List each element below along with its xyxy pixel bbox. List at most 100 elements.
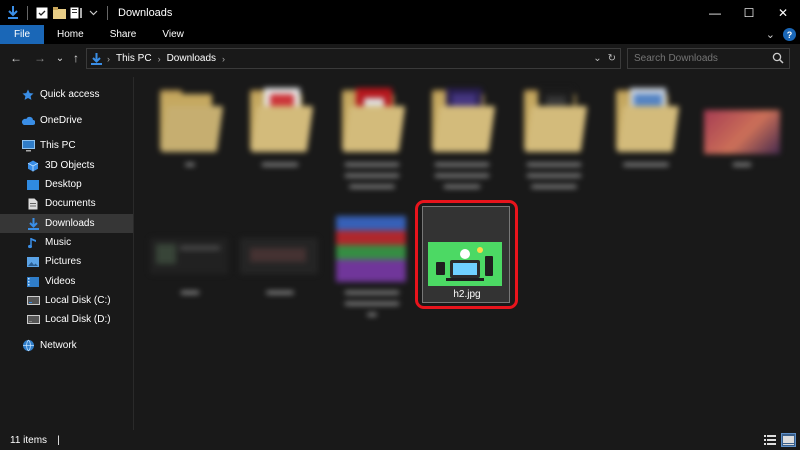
- sidebar-item-3d-objects[interactable]: 3D Objects: [0, 156, 133, 175]
- file-tile[interactable]: ▬▬▬: [238, 210, 322, 328]
- title-bar: Downloads — ☐ ✕: [0, 0, 800, 25]
- file-caption-blurred: ▬▬▬▬▬▬ ▬▬▬▬▬▬ ▬▬▬▬▬: [345, 158, 399, 190]
- recent-locations-icon[interactable]: ⌄: [52, 50, 68, 66]
- file-caption-blurred: ▬▬: [733, 158, 751, 168]
- refresh-icon[interactable]: ↻: [608, 53, 616, 64]
- breadcrumb-separator[interactable]: ›: [158, 54, 161, 64]
- sidebar-item-label: OneDrive: [40, 115, 83, 126]
- folder-icon: [338, 88, 406, 154]
- file-tile[interactable]: ▬▬▬▬: [238, 82, 322, 200]
- pane-divider: [133, 77, 134, 430]
- search-input[interactable]: [634, 53, 764, 64]
- sidebar-item-network[interactable]: Network: [0, 336, 133, 355]
- sidebar-item-onedrive[interactable]: OneDrive: [0, 111, 133, 130]
- file-tile[interactable]: ▬▬▬▬▬: [604, 82, 688, 200]
- cube-icon: [26, 159, 40, 173]
- document-icon: [26, 197, 40, 211]
- search-box[interactable]: [627, 48, 790, 69]
- sidebar-item-pictures[interactable]: Pictures: [0, 252, 133, 271]
- sidebar-item-local-disk-d[interactable]: Local Disk (D:): [0, 310, 133, 329]
- file-tile[interactable]: ▬▬▬▬▬▬ ▬▬▬▬▬▬ ▬▬▬▬▬: [512, 82, 596, 200]
- sidebar-item-label: Downloads: [45, 218, 95, 229]
- tab-share[interactable]: Share: [97, 25, 150, 44]
- sidebar-item-label: Documents: [45, 198, 96, 209]
- file-caption-blurred: ▬▬▬▬▬: [623, 158, 669, 168]
- file-tile[interactable]: ▬▬: [700, 82, 784, 200]
- toolbar-divider: [27, 5, 28, 20]
- star-icon: [21, 88, 35, 102]
- sidebar-item-desktop[interactable]: Desktop: [0, 175, 133, 194]
- desktop-icon: [26, 178, 40, 192]
- tab-view[interactable]: View: [149, 25, 197, 44]
- video-icon: [26, 275, 40, 289]
- status-separator: |: [57, 434, 60, 446]
- cloud-icon: [21, 114, 35, 128]
- large-icons-view-icon[interactable]: [781, 433, 796, 447]
- folder-icon: [246, 88, 314, 154]
- file-caption-blurred: ▬▬▬▬▬▬ ▬▬▬▬▬▬ ▬: [345, 286, 399, 318]
- sidebar-item-label: 3D Objects: [45, 160, 95, 171]
- sidebar-item-label: Pictures: [45, 256, 82, 267]
- toolbar-divider: [107, 5, 108, 20]
- file-tile[interactable]: ▬: [148, 82, 232, 200]
- image-thumbnail: [240, 238, 318, 274]
- breadcrumb-downloads[interactable]: Downloads: [167, 53, 216, 64]
- image-thumbnail: [428, 242, 502, 286]
- search-icon[interactable]: [772, 52, 784, 67]
- sidebar-item-quick-access[interactable]: Quick access: [0, 85, 133, 104]
- folder-icon: [520, 88, 588, 154]
- customize-toolbar-icon[interactable]: [86, 6, 100, 20]
- forward-arrow-icon[interactable]: →: [32, 50, 48, 66]
- new-folder-icon[interactable]: [52, 6, 66, 20]
- rename-icon[interactable]: [69, 6, 83, 20]
- navigation-bar: ← → ⌄ ↑ › This PC › Downloads › ⌄ ↻: [0, 44, 800, 73]
- image-thumbnail: [150, 238, 228, 274]
- tab-home[interactable]: Home: [44, 25, 97, 44]
- up-arrow-icon[interactable]: ↑: [68, 50, 84, 66]
- sidebar-item-label: Local Disk (D:): [45, 314, 111, 325]
- back-arrow-icon[interactable]: ←: [8, 50, 24, 66]
- address-dropdown-icon[interactable]: ⌄: [593, 53, 601, 64]
- file-tile[interactable]: ▬▬: [148, 210, 232, 328]
- window-title: Downloads: [118, 6, 173, 19]
- ribbon-tabs: File Home Share View ⌄ ?: [0, 25, 800, 44]
- breadcrumb-this-pc[interactable]: This PC: [116, 53, 152, 64]
- minimize-button[interactable]: —: [698, 0, 732, 25]
- status-bar: 11 items |: [0, 430, 800, 450]
- tab-file[interactable]: File: [0, 25, 44, 44]
- sidebar-item-local-disk-c[interactable]: Local Disk (C:): [0, 291, 133, 310]
- close-button[interactable]: ✕: [766, 0, 800, 25]
- file-tile-selected[interactable]: h2.jpg: [422, 206, 510, 303]
- file-caption-blurred: ▬▬▬: [266, 286, 294, 296]
- details-view-icon[interactable]: [762, 433, 777, 447]
- expand-ribbon-icon[interactable]: ⌄: [766, 28, 775, 41]
- pictures-icon: [26, 255, 40, 269]
- help-icon[interactable]: ?: [783, 28, 796, 41]
- drive-icon: [26, 294, 40, 308]
- sidebar-item-music[interactable]: Music: [0, 233, 133, 252]
- archive-icon: [336, 216, 406, 282]
- breadcrumb-separator[interactable]: ›: [222, 54, 225, 64]
- sidebar-item-this-pc[interactable]: This PC: [0, 136, 133, 155]
- maximize-button[interactable]: ☐: [732, 0, 766, 25]
- address-bar[interactable]: › This PC › Downloads › ⌄ ↻: [86, 48, 621, 69]
- file-tile[interactable]: ▬▬▬▬▬▬ ▬▬▬▬▬▬ ▬▬▬▬: [420, 82, 504, 200]
- computer-icon: [21, 139, 35, 153]
- file-name-label: h2.jpg: [453, 289, 481, 300]
- sidebar-item-documents[interactable]: Documents: [0, 194, 133, 213]
- file-caption-blurred: ▬▬▬▬: [262, 158, 298, 168]
- window-controls: — ☐ ✕: [698, 0, 800, 25]
- sidebar-item-downloads[interactable]: Downloads: [0, 214, 133, 233]
- download-icon: [26, 217, 40, 231]
- downloads-folder-icon: [87, 49, 105, 68]
- properties-icon[interactable]: [35, 6, 49, 20]
- file-tile[interactable]: ▬▬▬▬▬▬ ▬▬▬▬▬▬ ▬▬▬▬▬: [330, 82, 414, 200]
- file-tile[interactable]: ▬▬▬▬▬▬ ▬▬▬▬▬▬ ▬: [330, 210, 414, 328]
- sidebar-item-videos[interactable]: Videos: [0, 272, 133, 291]
- breadcrumb-separator[interactable]: ›: [107, 54, 110, 64]
- sidebar-item-label: Network: [40, 340, 77, 351]
- download-arrow-icon[interactable]: [6, 6, 20, 20]
- network-icon: [21, 339, 35, 353]
- item-count: 11 items: [10, 434, 48, 446]
- image-thumbnail: [704, 110, 780, 154]
